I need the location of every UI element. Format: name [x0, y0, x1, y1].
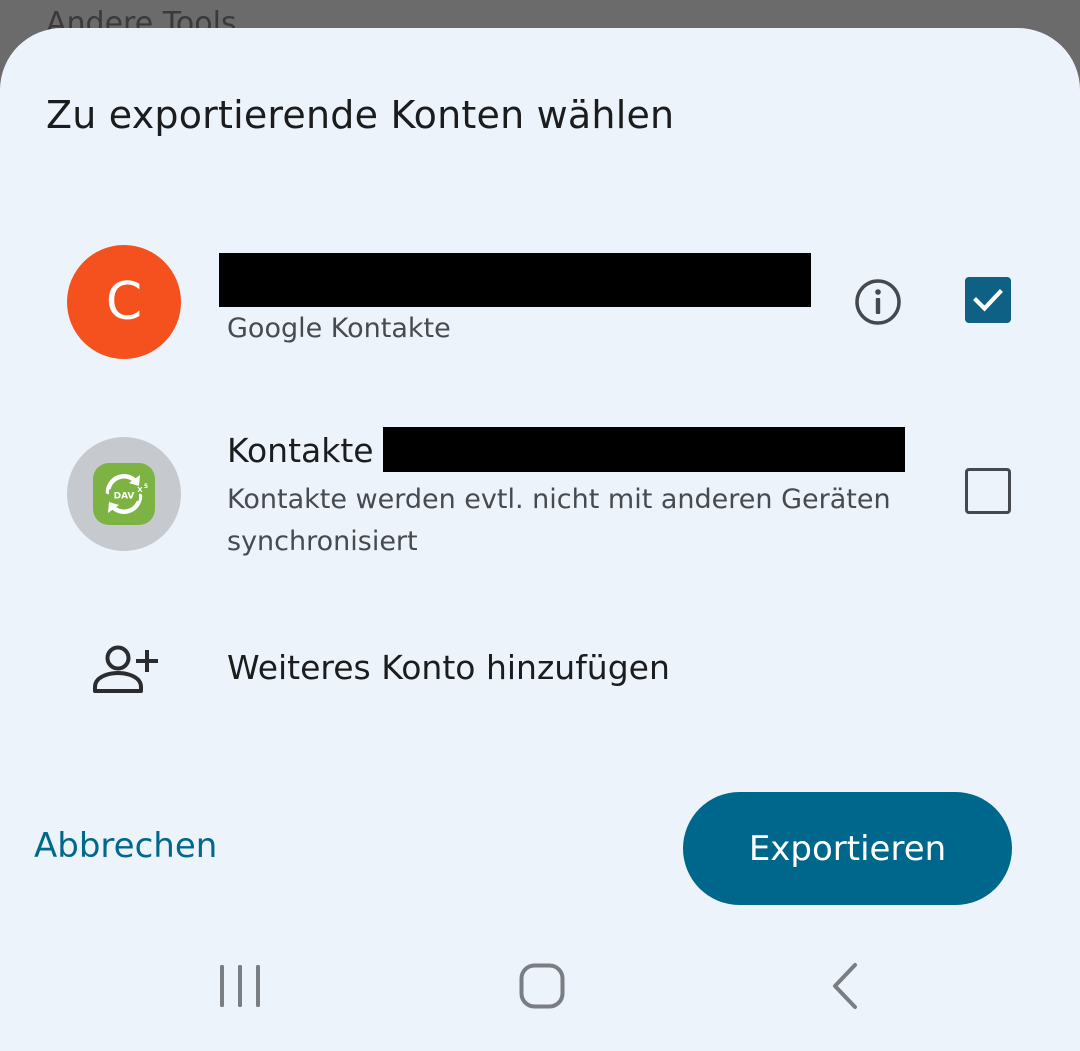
account-avatar-google: C — [67, 245, 181, 359]
redacted-account-name — [219, 253, 811, 307]
checkbox-account-google[interactable] — [965, 277, 1011, 323]
export-button[interactable]: Exportieren — [683, 792, 1012, 905]
recents-icon[interactable] — [214, 962, 266, 1010]
back-icon[interactable] — [826, 962, 866, 1010]
svg-text:DAV: DAV — [114, 492, 135, 502]
info-icon[interactable] — [853, 277, 903, 327]
svg-text:X: X — [137, 486, 143, 494]
davx5-icon: DAV X 5 — [93, 463, 155, 525]
account-title-davx5: Kontakte — [227, 431, 374, 470]
svg-text:5: 5 — [144, 483, 148, 490]
account-avatar-davx5: DAV X 5 — [67, 437, 181, 551]
checkmark-icon — [973, 289, 1003, 312]
cancel-button[interactable]: Abbrechen — [34, 826, 217, 866]
account-subtitle-google: Google Kontakte — [227, 313, 451, 344]
avatar-letter: C — [105, 272, 143, 332]
redacted-account-name — [383, 427, 905, 472]
add-person-icon[interactable] — [90, 640, 160, 700]
dialog-title: Zu exportierende Konten wählen — [46, 93, 675, 137]
account-subtitle-davx5: Kontakte werden evtl. nicht mit anderen … — [227, 484, 891, 557]
home-icon[interactable] — [518, 962, 566, 1010]
add-account-label[interactable]: Weiteres Konto hinzufügen — [227, 648, 670, 687]
checkbox-account-davx5[interactable] — [965, 468, 1011, 514]
